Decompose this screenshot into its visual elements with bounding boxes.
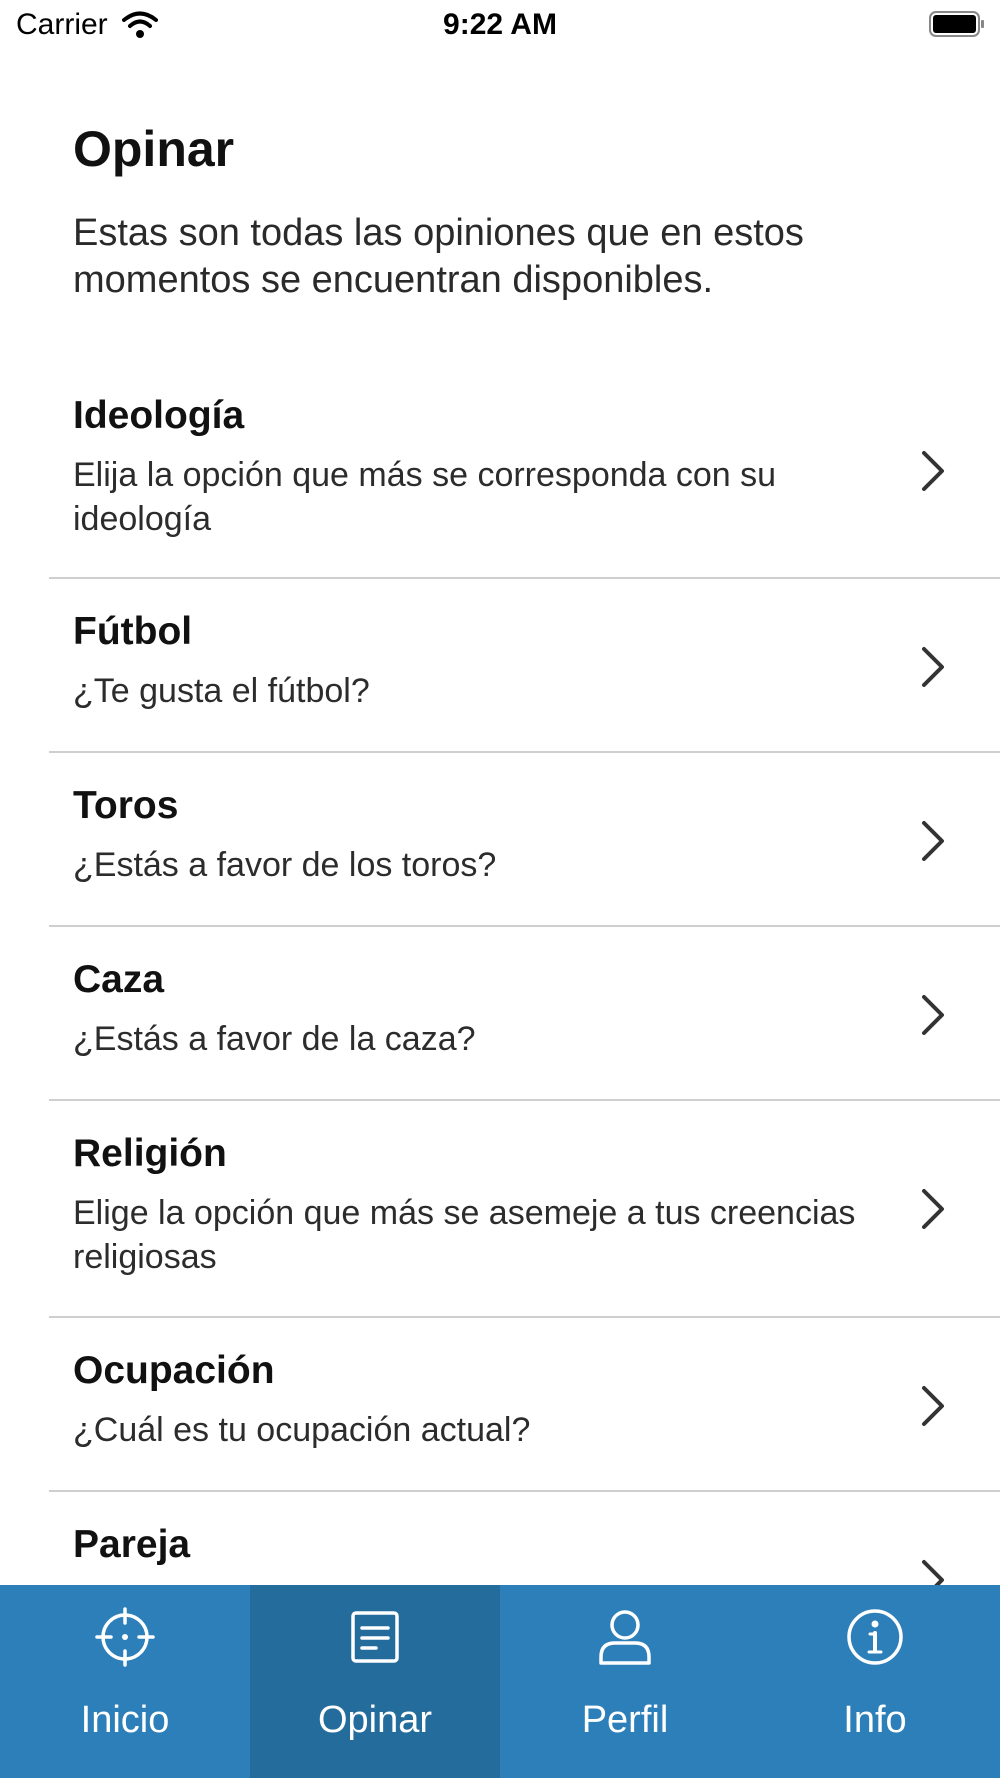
list-item-title: Religión — [73, 1132, 227, 1175]
chevron-right-icon — [922, 1189, 944, 1229]
list-item-description: ¿Cuál es tu ocupación actual? — [73, 1411, 531, 1449]
list-item-description: ¿Estás a favor de los toros? — [73, 846, 497, 884]
tab-label: Inicio — [80, 1699, 170, 1741]
chevron-right-icon — [922, 1560, 944, 1585]
chevron-right-icon — [922, 1386, 944, 1426]
list-item-description: ¿Estás a favor de la caza? — [73, 1020, 476, 1058]
list-item-ocupacion[interactable]: Ocupación ¿Cuál es tu ocupación actual? — [49, 1318, 1000, 1492]
list-item-ideologia[interactable]: Ideología Elija la opción que más se cor… — [49, 363, 1000, 579]
tab-inicio[interactable]: Inicio — [0, 1585, 250, 1778]
list-item-title: Fútbol — [73, 610, 193, 653]
status-time: 9:22 AM — [443, 8, 557, 41]
crosshair-icon — [95, 1607, 155, 1667]
list-item-caza[interactable]: Caza ¿Estás a favor de la caza? — [49, 927, 1000, 1101]
list-item-title: Pareja — [73, 1523, 191, 1566]
chevron-right-icon — [922, 451, 944, 491]
page-title: Opinar — [73, 121, 235, 177]
chevron-right-icon — [922, 821, 944, 861]
tab-label: Info — [843, 1699, 907, 1741]
list-item-description: ¿Te gusta el fútbol? — [73, 672, 370, 710]
list-item-title: Toros — [73, 784, 179, 827]
tab-bar: Inicio Opinar Perfil Info — [0, 1585, 1000, 1778]
list-item-toros[interactable]: Toros ¿Estás a favor de los toros? — [49, 753, 1000, 927]
list-item-title: Ideología — [73, 394, 245, 437]
page-subtitle: Estas son todas las opiniones que en est… — [73, 212, 804, 301]
battery-icon — [929, 11, 984, 37]
tab-opinar[interactable]: Opinar — [250, 1585, 500, 1778]
opinion-list: Ideología Elija la opción que más se cor… — [49, 363, 1000, 1585]
info-icon — [847, 1609, 903, 1665]
list-item-religion[interactable]: Religión Elige la opción que más se asem… — [49, 1101, 1000, 1318]
tab-label: Opinar — [317, 1699, 433, 1741]
list-item-title: Caza — [73, 958, 165, 1001]
tab-info[interactable]: Info — [750, 1585, 1000, 1778]
status-bar: Carrier 9:22 AM — [0, 0, 1000, 52]
list-item-pareja[interactable]: Pareja — [49, 1492, 1000, 1585]
list-item-description: Elija la opción que más se corresponda c… — [73, 456, 777, 538]
tab-perfil[interactable]: Perfil — [500, 1585, 750, 1778]
chevron-right-icon — [922, 995, 944, 1035]
page-header: Opinar Estas son todas las opiniones que… — [73, 118, 933, 304]
chevron-right-icon — [922, 647, 944, 687]
list-item-title: Ocupación — [73, 1349, 275, 1392]
list-item-futbol[interactable]: Fútbol ¿Te gusta el fútbol? — [49, 579, 1000, 753]
tab-label: Perfil — [581, 1699, 669, 1741]
list-item-description: Elige la opción que más se asemeje a tus… — [73, 1194, 856, 1276]
document-icon — [351, 1611, 399, 1663]
user-icon — [599, 1610, 651, 1665]
